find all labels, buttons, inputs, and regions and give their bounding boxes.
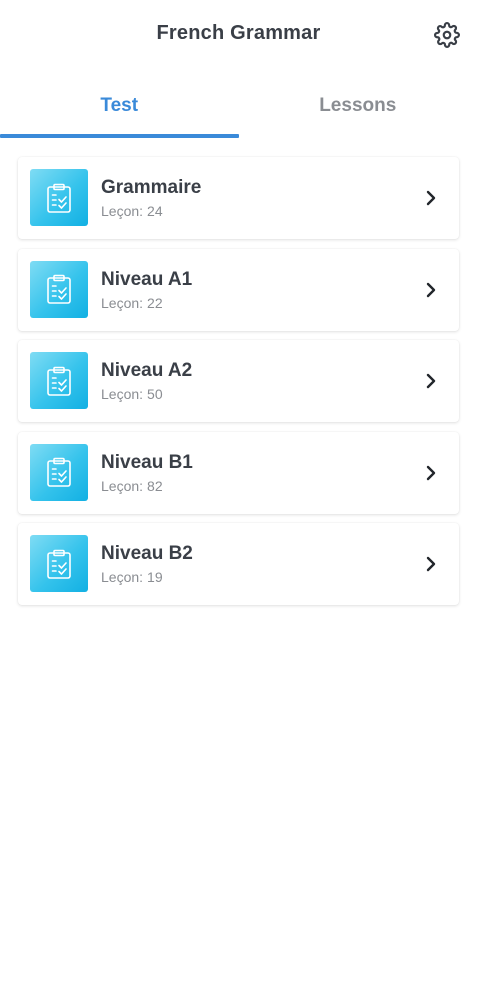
list-item-lesson-count: Leçon: 50 <box>101 386 163 402</box>
chevron-right-icon <box>420 462 442 484</box>
chevron-right-icon <box>420 553 442 575</box>
tab-lessons[interactable]: Lessons <box>239 72 477 140</box>
lesson-count-value: 22 <box>147 294 163 311</box>
lesson-count-value: 82 <box>147 477 163 494</box>
list-item-lesson-count: Leçon: 22 <box>101 295 163 311</box>
tab-test[interactable]: Test <box>0 72 239 140</box>
list-item-title: Niveau A2 <box>101 360 193 381</box>
test-list-item[interactable]: Niveau A2 Leçon: 50 <box>18 340 459 422</box>
tab-lessons-label: Lessons <box>319 95 397 116</box>
lesson-count-label: Leçon: <box>101 203 144 219</box>
list-item-lesson-count: Leçon: 19 <box>101 569 163 585</box>
list-item-title: Grammaire <box>101 177 202 198</box>
clipboard-icon-tile <box>30 260 88 318</box>
app-screen: French Grammar Test Lessons Grammaire Le… <box>0 0 477 1000</box>
list-item-title: Niveau B1 <box>101 451 193 473</box>
test-list-item[interactable]: Niveau B2 Leçon: 19 <box>18 523 459 605</box>
chevron-right-icon <box>420 370 442 392</box>
clipboard-icon-tile <box>30 535 88 592</box>
list-item-lesson-count: Leçon: 82 <box>101 478 163 494</box>
lesson-count-label: Leçon: <box>101 477 144 494</box>
clipboard-icon-tile <box>30 169 88 226</box>
clipboard-check-icon <box>47 274 71 304</box>
clipboard-check-icon <box>47 549 71 579</box>
test-list: Grammaire Leçon:24 Niveau A1 Leçon:22 <box>18 157 459 615</box>
settings-button[interactable] <box>430 18 464 52</box>
list-item-title: Niveau B2 <box>101 543 193 564</box>
test-list-item[interactable]: Niveau B1 Leçon: 82 <box>18 431 459 514</box>
lesson-count-value: 50 <box>147 386 163 402</box>
list-item-lesson-count: Leçon: 24 <box>101 203 163 219</box>
lesson-count-value: 24 <box>147 203 163 219</box>
clipboard-icon-tile <box>30 352 88 409</box>
gear-icon <box>434 22 460 48</box>
chevron-right-icon <box>420 279 442 301</box>
app-header: French Grammar <box>0 0 477 70</box>
clipboard-check-icon <box>47 457 71 487</box>
lesson-count-label: Leçon: <box>101 386 144 402</box>
clipboard-check-icon <box>47 366 71 396</box>
lesson-count-label: Leçon: <box>101 294 144 311</box>
tab-test-label: Test <box>100 95 139 116</box>
tab-bar: Test Lessons <box>0 72 477 140</box>
active-tab-indicator <box>0 134 239 138</box>
clipboard-check-icon <box>47 183 71 213</box>
list-item-title: Niveau A1 <box>101 268 193 290</box>
lesson-count-value: 19 <box>147 569 163 585</box>
lesson-count-label: Leçon: <box>101 569 144 585</box>
clipboard-icon-tile <box>30 443 88 501</box>
chevron-right-icon <box>420 187 442 209</box>
page-title: French Grammar <box>156 22 321 44</box>
test-list-item[interactable]: Grammaire Leçon: 24 <box>18 157 459 239</box>
test-list-item[interactable]: Niveau A1 Leçon: 22 <box>18 248 459 331</box>
